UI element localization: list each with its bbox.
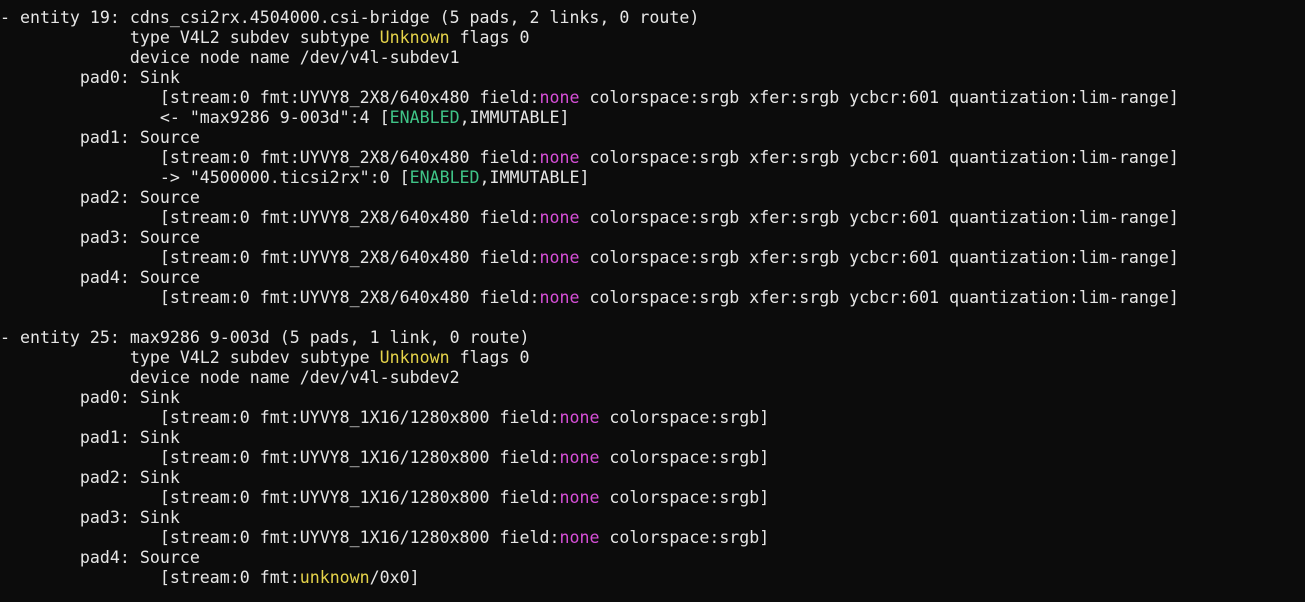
terminal-text: colorspace:srgb xfer:srgb ycbcr:601 quan… <box>579 88 1179 107</box>
terminal-text: none <box>539 288 580 307</box>
terminal-output[interactable]: - entity 19: cdns_csi2rx.4504000.csi-bri… <box>0 8 1305 602</box>
terminal-text: [stream:0 fmt:UYVY8_2X8/640x480 field: <box>0 248 540 267</box>
terminal-line: pad2: Sink <box>0 468 1305 488</box>
terminal-line: [stream:0 fmt:UYVY8_1X16/1280x800 field:… <box>0 528 1305 548</box>
terminal-text: none <box>559 408 600 427</box>
terminal-text: colorspace:srgb] <box>599 408 770 427</box>
terminal-text: [stream:0 fmt:UYVY8_1X16/1280x800 field: <box>0 448 560 467</box>
terminal-line: -> "4500000.ticsi2rx":0 [ENABLED,IMMUTAB… <box>0 168 1305 188</box>
terminal-text: pad2: Source <box>0 188 200 207</box>
terminal-text: /0x0] <box>369 568 420 587</box>
terminal-text: none <box>539 208 580 227</box>
terminal-text: pad1: Source <box>0 128 200 147</box>
terminal-line: pad3: Source <box>0 228 1305 248</box>
terminal-text: ENABLED <box>409 168 480 187</box>
terminal-text: none <box>539 88 580 107</box>
terminal-text: none <box>559 448 600 467</box>
terminal-line: pad4: Source <box>0 548 1305 568</box>
terminal-text: none <box>559 488 600 507</box>
terminal-text: [stream:0 fmt:UYVY8_2X8/640x480 field: <box>0 88 540 107</box>
terminal-text: colorspace:srgb] <box>599 488 770 507</box>
terminal-text: [stream:0 fmt:UYVY8_2X8/640x480 field: <box>0 208 540 227</box>
terminal-line: type V4L2 subdev subtype Unknown flags 0 <box>0 28 1305 48</box>
terminal-text: pad3: Source <box>0 228 200 247</box>
terminal-line: type V4L2 subdev subtype Unknown flags 0 <box>0 348 1305 368</box>
terminal-text: colorspace:srgb xfer:srgb ycbcr:601 quan… <box>579 148 1179 167</box>
terminal-line: [stream:0 fmt:UYVY8_1X16/1280x800 field:… <box>0 448 1305 468</box>
terminal-line: [stream:0 fmt:UYVY8_2X8/640x480 field:no… <box>0 148 1305 168</box>
terminal-text: <- "max9286 9-003d":4 [ <box>0 108 390 127</box>
terminal-text: pad0: Sink <box>0 388 180 407</box>
terminal-text: [stream:0 fmt: <box>0 568 300 587</box>
terminal-line: [stream:0 fmt:UYVY8_1X16/1280x800 field:… <box>0 408 1305 428</box>
terminal-text: Unknown <box>379 348 450 367</box>
terminal-line: - entity 19: cdns_csi2rx.4504000.csi-bri… <box>0 8 1305 28</box>
terminal-line: [stream:0 fmt:UYVY8_2X8/640x480 field:no… <box>0 88 1305 108</box>
terminal-text: pad1: Sink <box>0 428 180 447</box>
terminal-line: pad4: Source <box>0 268 1305 288</box>
terminal-text: none <box>539 148 580 167</box>
terminal-text: type V4L2 subdev subtype <box>0 28 380 47</box>
terminal-line: [stream:0 fmt:unknown/0x0] <box>0 568 1305 588</box>
terminal-text: type V4L2 subdev subtype <box>0 348 380 367</box>
terminal-text: [stream:0 fmt:UYVY8_1X16/1280x800 field: <box>0 528 560 547</box>
terminal-line: pad1: Sink <box>0 428 1305 448</box>
terminal-text: device node name /dev/v4l-subdev2 <box>0 368 460 387</box>
terminal-text: flags 0 <box>449 348 530 367</box>
terminal-line: pad0: Sink <box>0 68 1305 88</box>
terminal-text: [stream:0 fmt:UYVY8_1X16/1280x800 field: <box>0 488 560 507</box>
terminal-line: [stream:0 fmt:UYVY8_2X8/640x480 field:no… <box>0 288 1305 308</box>
terminal-line: device node name /dev/v4l-subdev2 <box>0 368 1305 388</box>
terminal-line: pad1: Source <box>0 128 1305 148</box>
terminal-text: flags 0 <box>449 28 530 47</box>
terminal-line: device node name /dev/v4l-subdev1 <box>0 48 1305 68</box>
terminal-text: ENABLED <box>389 108 460 127</box>
terminal-line: <- "max9286 9-003d":4 [ENABLED,IMMUTABLE… <box>0 108 1305 128</box>
terminal-text: colorspace:srgb] <box>599 528 770 547</box>
terminal-line: pad0: Sink <box>0 388 1305 408</box>
terminal-text: [stream:0 fmt:UYVY8_2X8/640x480 field: <box>0 288 540 307</box>
terminal-text: [stream:0 fmt:UYVY8_2X8/640x480 field: <box>0 148 540 167</box>
terminal-text: pad2: Sink <box>0 468 180 487</box>
terminal-text: colorspace:srgb xfer:srgb ycbcr:601 quan… <box>579 208 1179 227</box>
terminal-line: - entity 25: max9286 9-003d (5 pads, 1 l… <box>0 328 1305 348</box>
terminal-text: device node name /dev/v4l-subdev1 <box>0 48 460 67</box>
terminal-text: - entity 19: cdns_csi2rx.4504000.csi-bri… <box>0 8 700 27</box>
terminal-text: pad4: Source <box>0 268 200 287</box>
terminal-text: ,IMMUTABLE] <box>479 168 590 187</box>
terminal-text: unknown <box>299 568 370 587</box>
terminal-line: pad2: Source <box>0 188 1305 208</box>
terminal-text: pad3: Sink <box>0 508 180 527</box>
terminal-text: pad4: Source <box>0 548 200 567</box>
terminal-line: [stream:0 fmt:UYVY8_2X8/640x480 field:no… <box>0 208 1305 228</box>
terminal-text: - entity 25: max9286 9-003d (5 pads, 1 l… <box>0 328 530 347</box>
terminal-text: colorspace:srgb xfer:srgb ycbcr:601 quan… <box>579 288 1179 307</box>
terminal-text: Unknown <box>379 28 450 47</box>
terminal-text: colorspace:srgb xfer:srgb ycbcr:601 quan… <box>579 248 1179 267</box>
terminal-text: ,IMMUTABLE] <box>459 108 570 127</box>
terminal-text: none <box>539 248 580 267</box>
terminal-text: [stream:0 fmt:UYVY8_1X16/1280x800 field: <box>0 408 560 427</box>
terminal-line: [stream:0 fmt:UYVY8_2X8/640x480 field:no… <box>0 248 1305 268</box>
terminal-text: pad0: Sink <box>0 68 180 87</box>
terminal-text: -> "4500000.ticsi2rx":0 [ <box>0 168 410 187</box>
terminal-text: colorspace:srgb] <box>599 448 770 467</box>
terminal-text: none <box>559 528 600 547</box>
terminal-line: [stream:0 fmt:UYVY8_1X16/1280x800 field:… <box>0 488 1305 508</box>
terminal-line: pad3: Sink <box>0 508 1305 528</box>
